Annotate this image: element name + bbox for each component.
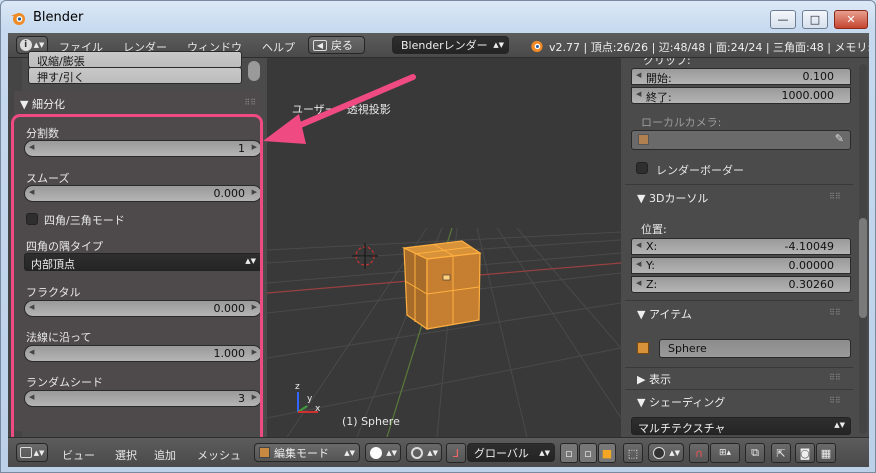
annotation-arrow xyxy=(263,74,416,144)
blender-window: Blender — □ ✕ i ▲▼ ファイル レンダー ウィンドウ ヘルプ ◀… xyxy=(0,0,876,473)
